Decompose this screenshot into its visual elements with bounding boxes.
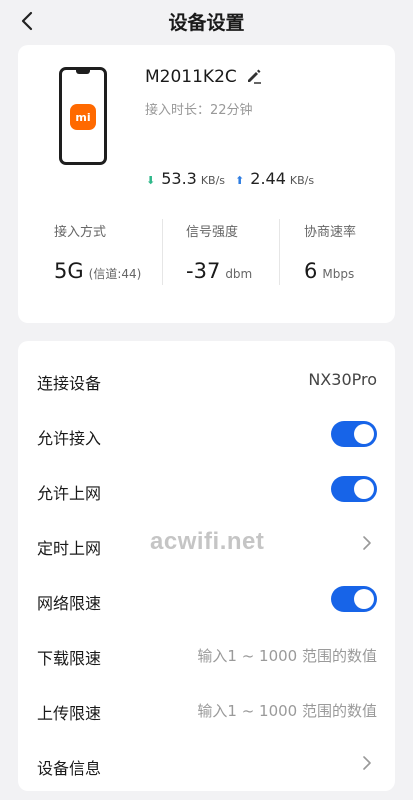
divider xyxy=(162,219,163,285)
upload-speed: 2.44 xyxy=(250,169,286,188)
settings-card: 连接设备 NX30Pro 允许接入 允许上网 定时上网 网络限速 下载限速 输入… xyxy=(18,341,395,791)
row-download-limit: 下载限速 输入1 ~ 1000 范围的数值 xyxy=(18,623,395,678)
stat-value-sub: dbm xyxy=(225,267,253,281)
device-name: M2011K2C xyxy=(145,67,237,87)
stat-value: 5G (信道:44) xyxy=(54,259,141,283)
allow-internet-toggle[interactable] xyxy=(331,476,377,502)
toggle-knob xyxy=(354,479,374,499)
connection-stats: 接入方式 5G (信道:44) 信号强度 -37 dbm 协商速率 6 Mbps xyxy=(18,209,395,289)
upload-arrow-icon: ⬆ xyxy=(235,174,245,187)
upload-unit: KB/s xyxy=(289,174,315,187)
row-label: 网络限速 xyxy=(37,594,102,613)
connected-device-value: NX30Pro xyxy=(308,370,377,389)
speed-row: ⬇ 53.3 KB/s ⬆ 2.44 KB/s xyxy=(146,169,314,188)
stat-value-sub: (信道:44) xyxy=(88,267,142,281)
row-allow-internet: 允许上网 xyxy=(18,458,395,513)
header: 设备设置 xyxy=(0,0,413,44)
stat-label: 信号强度 xyxy=(186,225,239,240)
row-connected-device: 连接设备 NX30Pro xyxy=(18,348,395,403)
divider xyxy=(279,219,280,285)
download-unit: KB/s xyxy=(200,174,226,187)
page-title: 设备设置 xyxy=(168,12,245,34)
download-arrow-icon: ⬇ xyxy=(146,174,156,187)
download-limit-input[interactable]: 输入1 ~ 1000 范围的数值 xyxy=(197,645,377,666)
row-device-info[interactable]: 设备信息 xyxy=(18,733,395,788)
row-label: 下载限速 xyxy=(37,649,102,668)
upload-limit-input[interactable]: 输入1 ~ 1000 范围的数值 xyxy=(197,700,377,721)
row-label: 设备信息 xyxy=(37,759,102,778)
edit-pencil-icon[interactable] xyxy=(245,67,263,85)
stat-value: -37 dbm xyxy=(186,259,252,283)
row-label: 允许接入 xyxy=(37,429,102,448)
speed-limit-toggle[interactable] xyxy=(331,586,377,612)
xiaomi-logo-icon: mi xyxy=(70,104,96,130)
watermark-text: acwifi.net xyxy=(150,528,265,555)
device-summary-card: mi M2011K2C 接入时长：22分钟 ⬇ 53.3 KB/s ⬆ 2.44… xyxy=(18,45,395,323)
row-speed-limit: 网络限速 xyxy=(18,568,395,623)
stat-value-main: 6 xyxy=(304,259,318,283)
toggle-knob xyxy=(354,424,374,444)
stat-value-main: -37 xyxy=(186,259,221,283)
row-label: 连接设备 xyxy=(37,374,102,393)
stat-label: 接入方式 xyxy=(54,225,107,240)
stat-value: 6 Mbps xyxy=(304,259,354,283)
phone-icon: mi xyxy=(59,67,107,165)
row-label: 允许上网 xyxy=(37,484,102,503)
phone-notch xyxy=(76,70,90,74)
chevron-right-icon xyxy=(361,535,373,551)
download-speed: 53.3 xyxy=(161,169,197,188)
chevron-right-icon xyxy=(361,755,373,771)
stat-label: 协商速率 xyxy=(304,225,357,240)
row-allow-access: 允许接入 xyxy=(18,403,395,458)
toggle-knob xyxy=(354,589,374,609)
row-label: 定时上网 xyxy=(37,539,102,558)
stat-value-sub: Mbps xyxy=(322,267,355,281)
online-duration: 接入时长：22分钟 xyxy=(145,103,253,118)
stat-value-main: 5G xyxy=(54,259,84,283)
row-label: 上传限速 xyxy=(37,704,102,723)
allow-access-toggle[interactable] xyxy=(331,421,377,447)
row-upload-limit: 上传限速 输入1 ~ 1000 范围的数值 xyxy=(18,678,395,733)
